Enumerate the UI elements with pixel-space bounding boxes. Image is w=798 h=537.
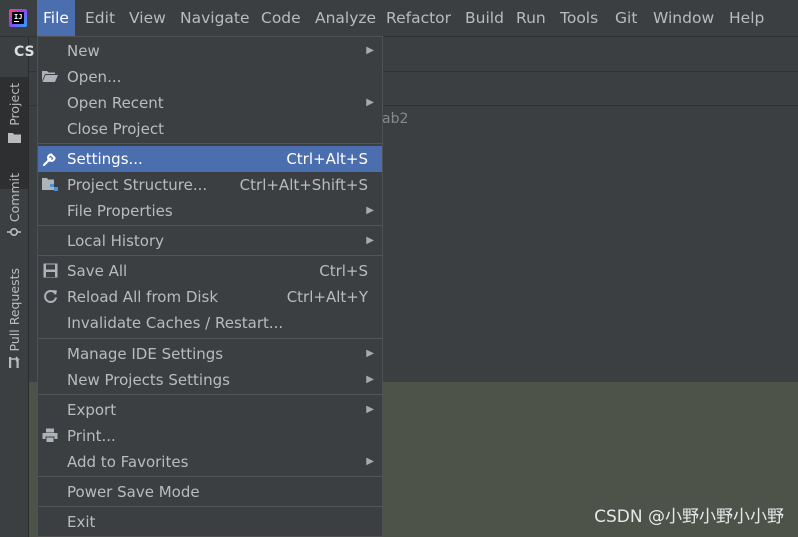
menu-separator <box>38 143 382 144</box>
menu-item-label: Reload All from Disk <box>67 288 219 306</box>
menu-item-label: Exit <box>67 513 96 531</box>
menu-item-project-structure[interactable]: Project Structure... Ctrl+Alt+Shift+S <box>38 172 382 198</box>
menu-item-add-to-favorites[interactable]: Add to Favorites ▶ <box>38 449 382 475</box>
menu-tools[interactable]: Tools <box>554 0 604 36</box>
menu-item-label: Save All <box>67 262 128 280</box>
menu-item-shortcut: Ctrl+Alt+Y <box>286 288 368 306</box>
tool-window-stripe: Project Commit Pull Requests <box>0 37 29 537</box>
menu-item-file-properties[interactable]: File Properties ▶ <box>38 198 382 224</box>
menu-navigate[interactable]: Navigate <box>174 0 256 36</box>
menu-item-label: Invalidate Caches / Restart... <box>67 314 284 332</box>
menu-build[interactable]: Build <box>459 0 510 36</box>
menu-item-local-history[interactable]: Local History ▶ <box>38 228 382 254</box>
menu-item-label: Power Save Mode <box>67 483 200 501</box>
submenu-arrow-icon: ▶ <box>366 205 374 216</box>
menu-item-print[interactable]: Print... <box>38 423 382 449</box>
submenu-arrow-icon: ▶ <box>366 348 374 359</box>
menu-item-label: Manage IDE Settings <box>67 345 224 363</box>
tab-project-label: Project <box>6 83 22 126</box>
menu-separator <box>38 476 382 477</box>
menu-item-new[interactable]: New ▶ <box>38 38 382 64</box>
folder-icon <box>7 132 21 143</box>
menu-item-label: Local History <box>67 232 165 250</box>
tab-commit-label: Commit <box>6 173 22 223</box>
menu-item-open-recent[interactable]: Open Recent ▶ <box>38 90 382 116</box>
menu-item-open[interactable]: Open... <box>38 64 382 90</box>
project-structure-icon <box>42 177 58 193</box>
tab-pull-requests[interactable]: Pull Requests <box>0 262 28 374</box>
menu-item-label: File Properties <box>67 202 173 220</box>
wrench-icon <box>42 151 58 167</box>
menu-code[interactable]: Code <box>255 0 307 36</box>
submenu-arrow-icon: ▶ <box>366 45 374 56</box>
menu-item-label: Print... <box>67 427 116 445</box>
menu-item-label: Project Structure... <box>67 176 208 194</box>
menu-item-label: New Projects Settings <box>67 371 230 389</box>
menu-item-power-save-mode[interactable]: Power Save Mode <box>38 479 382 505</box>
menu-help[interactable]: Help <box>723 0 770 36</box>
save-icon <box>42 263 58 279</box>
menu-separator <box>38 394 382 395</box>
menu-item-label: Close Project <box>67 120 164 138</box>
menu-view[interactable]: View <box>123 0 172 36</box>
menu-item-exit[interactable]: Exit <box>38 509 382 535</box>
menu-separator <box>38 506 382 507</box>
menu-window[interactable]: Window <box>647 0 720 36</box>
menu-item-label: Open Recent <box>67 94 164 112</box>
pull-request-icon <box>9 356 20 369</box>
menu-analyze[interactable]: Analyze <box>309 0 382 36</box>
submenu-arrow-icon: ▶ <box>366 235 374 246</box>
project-tree-text-fragment: ab2 <box>382 111 409 127</box>
menu-run[interactable]: Run <box>510 0 552 36</box>
tab-commit[interactable]: Commit <box>0 167 28 257</box>
submenu-arrow-icon: ▶ <box>366 404 374 415</box>
menu-separator <box>38 225 382 226</box>
menu-item-new-projects-settings[interactable]: New Projects Settings ▶ <box>38 367 382 393</box>
menu-item-shortcut: Ctrl+S <box>319 262 368 280</box>
menu-item-close-project[interactable]: Close Project <box>38 116 382 142</box>
submenu-arrow-icon: ▶ <box>366 97 374 108</box>
menu-item-label: Settings... <box>67 150 143 168</box>
tab-pull-requests-label: Pull Requests <box>6 268 22 352</box>
menu-item-label: Add to Favorites <box>67 453 189 471</box>
submenu-arrow-icon: ▶ <box>366 374 374 385</box>
menu-refactor[interactable]: Refactor <box>380 0 457 36</box>
reload-icon <box>42 289 58 305</box>
menu-item-reload-from-disk[interactable]: Reload All from Disk Ctrl+Alt+Y <box>38 284 382 310</box>
submenu-arrow-icon: ▶ <box>366 456 374 467</box>
intellij-logo-icon: IJ <box>9 9 27 27</box>
menu-separator <box>38 255 382 256</box>
project-name-fragment: CS <box>14 44 35 60</box>
menu-item-invalidate-caches[interactable]: Invalidate Caches / Restart... <box>38 310 382 336</box>
file-menu-dropdown: New ▶ Open... Open Recent ▶ Close Projec… <box>37 36 383 537</box>
menu-edit[interactable]: Edit <box>79 0 121 36</box>
menu-git[interactable]: Git <box>609 0 643 36</box>
menu-item-manage-ide-settings[interactable]: Manage IDE Settings ▶ <box>38 341 382 367</box>
print-icon <box>42 428 58 444</box>
menu-item-shortcut: Ctrl+Alt+Shift+S <box>239 176 368 194</box>
menu-file[interactable]: File <box>37 0 75 36</box>
main-menu-bar: IJ File Edit View Navigate Code Analyze … <box>0 0 798 37</box>
menu-item-shortcut: Ctrl+Alt+S <box>286 150 368 168</box>
menu-item-label: Open... <box>67 68 122 86</box>
folder-open-icon <box>42 69 58 85</box>
commit-icon <box>7 228 21 237</box>
menu-item-label: Export <box>67 401 117 419</box>
menu-separator <box>38 338 382 339</box>
menu-item-label: New <box>67 42 100 60</box>
watermark: CSDN @小野小野小小野 <box>594 507 784 527</box>
menu-item-save-all[interactable]: Save All Ctrl+S <box>38 258 382 284</box>
menu-item-settings[interactable]: Settings... Ctrl+Alt+S <box>38 146 382 172</box>
menu-item-export[interactable]: Export ▶ <box>38 397 382 423</box>
